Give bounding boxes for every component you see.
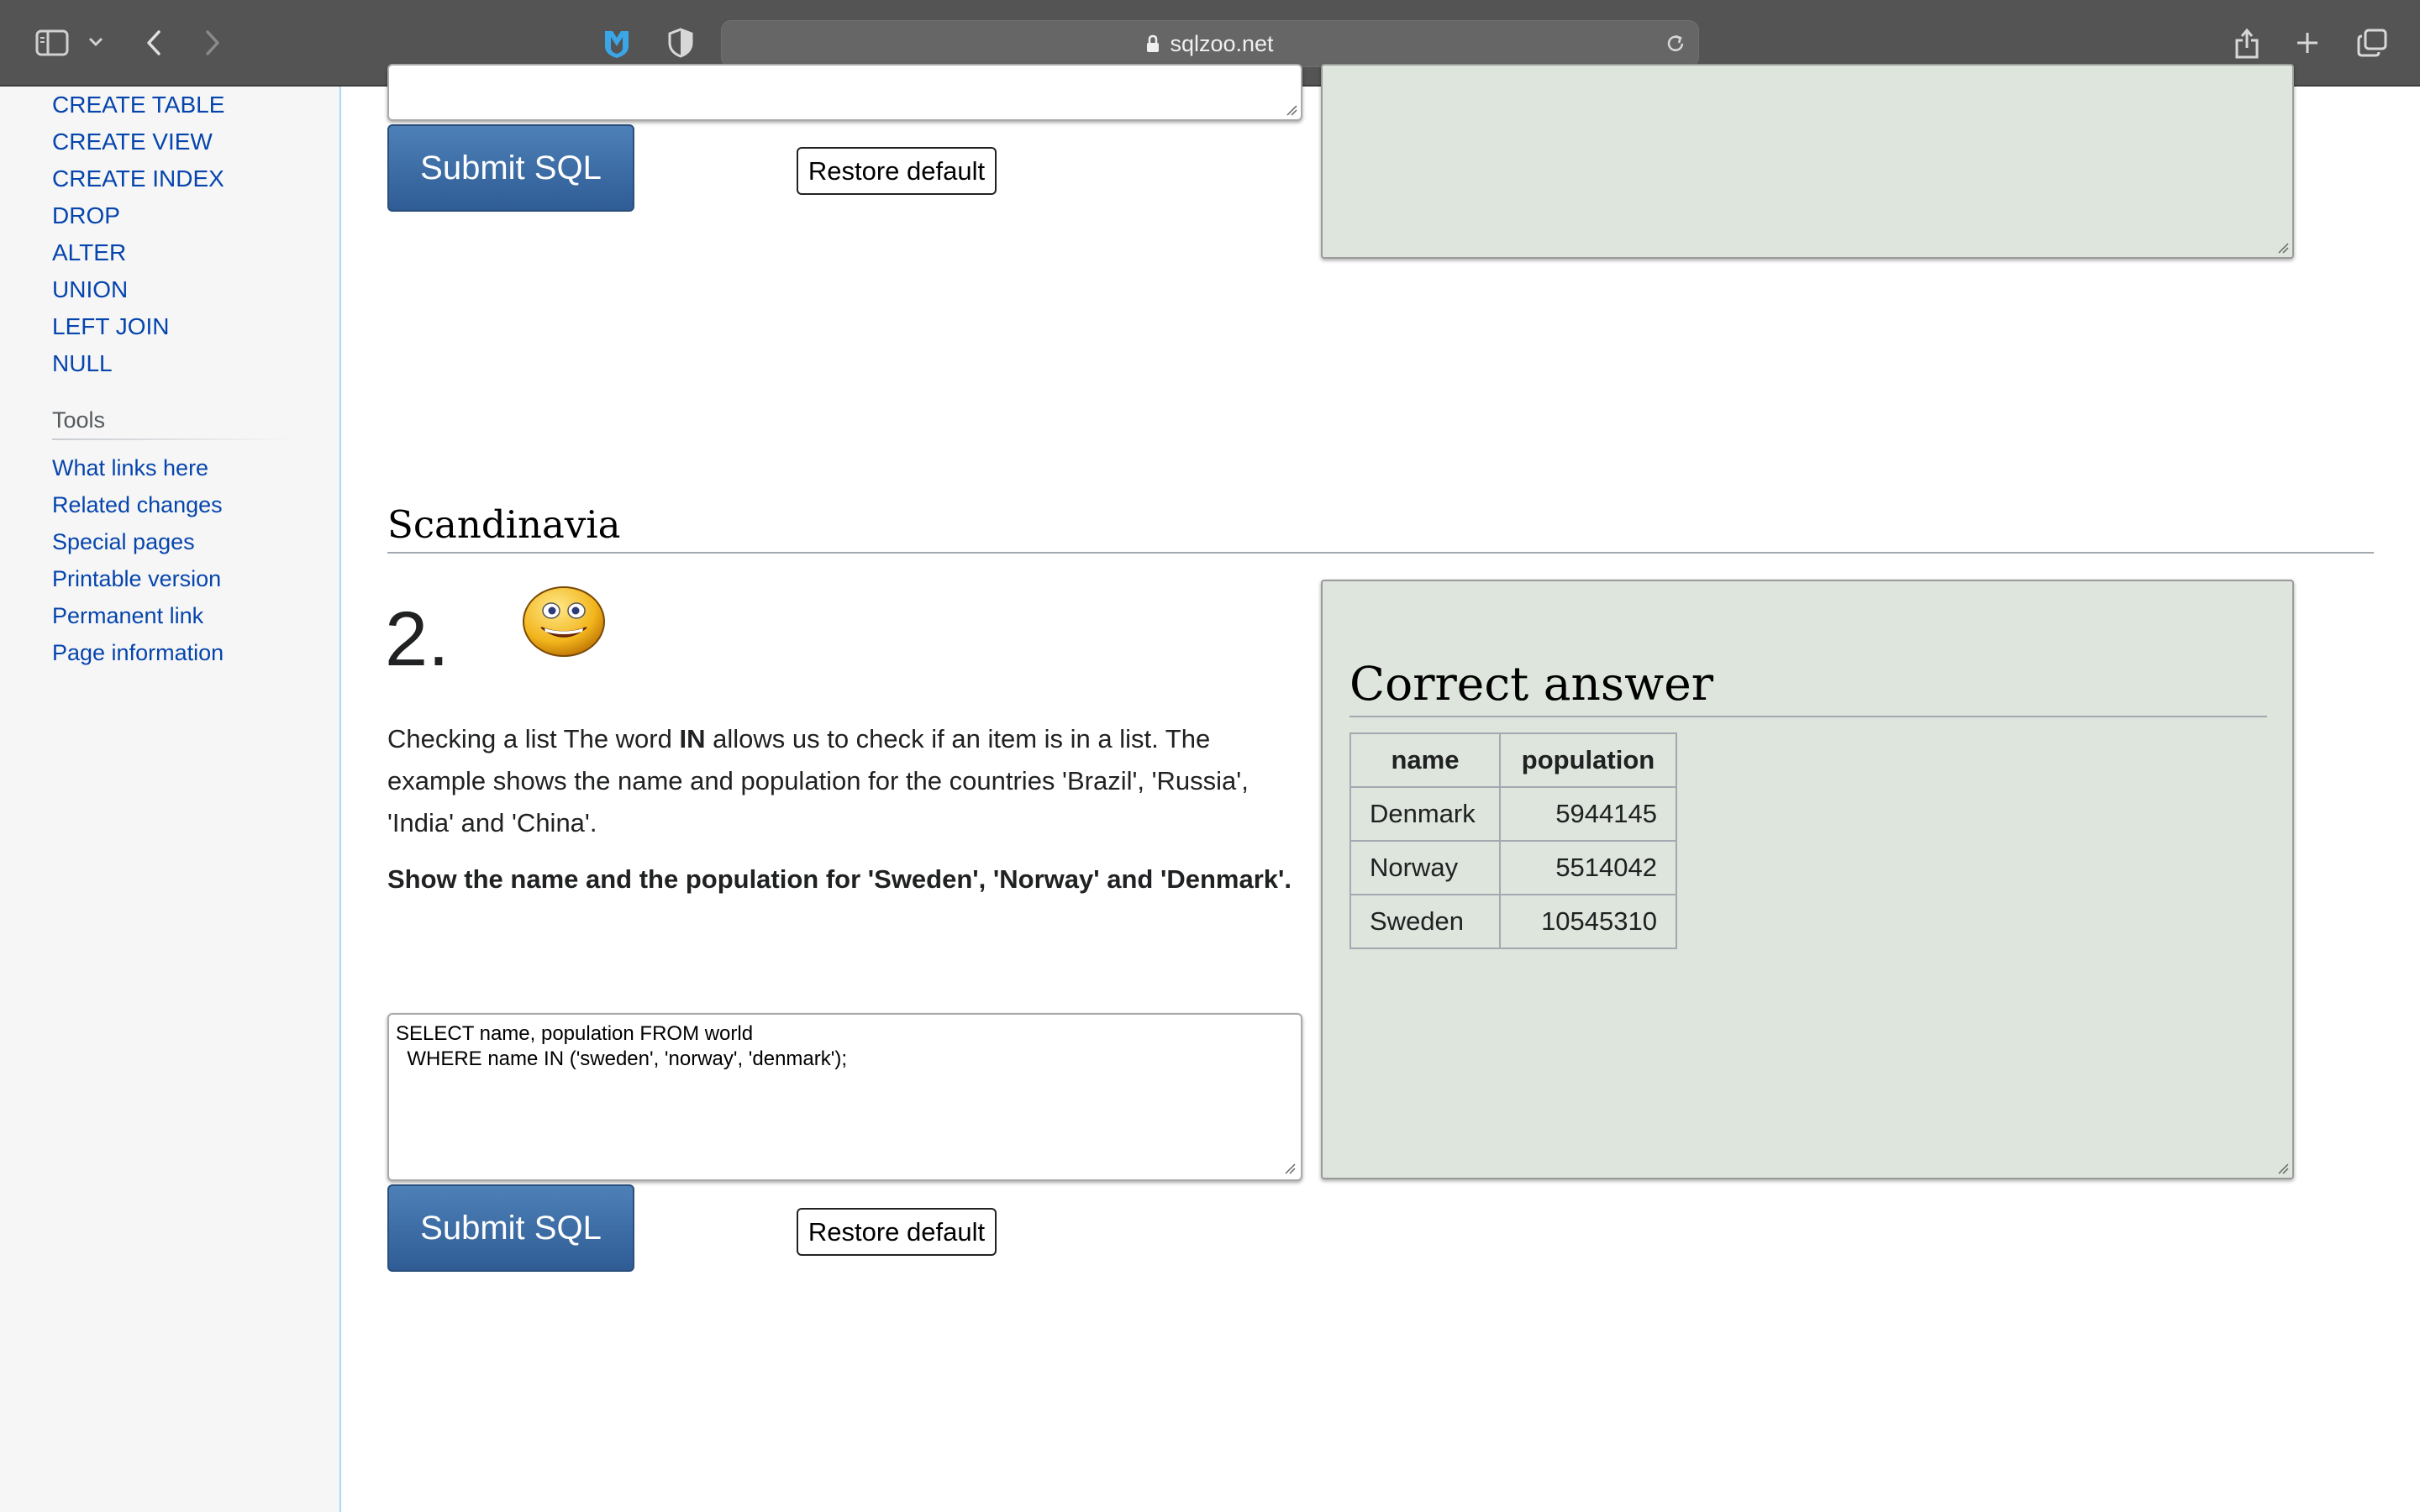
chevron-down-icon[interactable]: [86, 32, 106, 52]
tab-overview-icon[interactable]: [2354, 26, 2390, 60]
cell-population: 5514042: [1499, 840, 1677, 895]
section-divider: [387, 552, 2374, 554]
cell-name: Sweden: [1349, 894, 1501, 949]
sidebar-nav: CREATE TABLE CREATE VIEW CREATE INDEX DR…: [52, 87, 224, 382]
question-description-pre: Checking a list The word: [387, 724, 680, 753]
tools-item-permanent-link[interactable]: Permanent link: [52, 597, 224, 634]
lock-icon: [1146, 34, 1160, 53]
new-tab-icon[interactable]: [2291, 26, 2324, 60]
sidebar-item-create-view[interactable]: CREATE VIEW: [52, 123, 224, 160]
sidebar-item-null[interactable]: NULL: [52, 345, 224, 382]
tools-item-related-changes[interactable]: Related changes: [52, 486, 224, 523]
resize-grip-icon[interactable]: [1284, 1163, 1296, 1174]
section-title: Scandinavia: [387, 502, 621, 547]
sidebar-item-drop[interactable]: DROP: [52, 197, 224, 234]
tools-item-special-pages[interactable]: Special pages: [52, 523, 224, 560]
back-icon[interactable]: [139, 25, 168, 60]
sidebar-item-union[interactable]: UNION: [52, 271, 224, 308]
tools-heading: Tools: [52, 407, 292, 440]
sidebar-item-alter[interactable]: ALTER: [52, 234, 224, 271]
table-row: Denmark 5944145: [1349, 786, 1677, 842]
sidebar-item-create-table[interactable]: CREATE TABLE: [52, 87, 224, 123]
table-header-row: name population: [1349, 732, 1677, 788]
reload-icon[interactable]: [1665, 33, 1686, 60]
submit-sql-button-2[interactable]: Submit SQL: [387, 1184, 634, 1272]
answer-table: name population Denmark 5944145 Norway 5…: [1349, 732, 1677, 949]
question-keyword: IN: [679, 724, 706, 753]
privacy-shield-icon[interactable]: [664, 26, 697, 60]
question-description: Checking a list The word IN allows us to…: [387, 718, 1295, 844]
result-panel-2: Correct answer name population Denmark 5…: [1321, 580, 2294, 1179]
submit-sql-button-1[interactable]: Submit SQL: [387, 124, 634, 212]
sidebar: CREATE TABLE CREATE VIEW CREATE INDEX DR…: [0, 87, 341, 1512]
column-header-name: name: [1349, 732, 1501, 788]
sidebar-item-left-join[interactable]: LEFT JOIN: [52, 308, 224, 345]
url-text: sqlzoo.net: [1170, 30, 1274, 56]
restore-default-button-1[interactable]: Restore default: [797, 147, 997, 195]
sql-editor-1[interactable]: [387, 64, 1302, 121]
result-panel-1: [1321, 64, 2294, 259]
resize-grip-icon[interactable]: [2277, 242, 2289, 254]
tools-list: What links here Related changes Special …: [52, 449, 224, 671]
cell-population: 10545310: [1499, 894, 1677, 949]
table-row: Norway 5514042: [1349, 840, 1677, 895]
smiley-face-icon: [521, 584, 607, 664]
column-header-population: population: [1499, 732, 1677, 788]
sidebar-toggle-icon[interactable]: [32, 25, 72, 60]
address-bar[interactable]: sqlzoo.net: [721, 20, 1699, 67]
resize-grip-icon[interactable]: [2277, 1163, 2289, 1174]
sidebar-item-create-index[interactable]: CREATE INDEX: [52, 160, 224, 197]
restore-default-button-2[interactable]: Restore default: [797, 1208, 997, 1256]
question-task: Show the name and the population for 'Sw…: [387, 864, 1292, 894]
resize-grip-icon[interactable]: [1286, 104, 1297, 116]
tools-item-printable-version[interactable]: Printable version: [52, 560, 224, 597]
tools-item-what-links-here[interactable]: What links here: [52, 449, 224, 486]
share-icon[interactable]: [2230, 24, 2264, 62]
question-number: 2.: [385, 596, 450, 682]
sql-editor-2[interactable]: SELECT name, population FROM world WHERE…: [387, 1013, 1302, 1181]
cell-name: Norway: [1349, 840, 1501, 895]
extension-shield-icon[interactable]: [598, 25, 635, 62]
table-row: Sweden 10545310: [1349, 894, 1677, 949]
cell-population: 5944145: [1499, 786, 1677, 842]
cell-name: Denmark: [1349, 786, 1501, 842]
tools-item-page-information[interactable]: Page information: [52, 634, 224, 671]
answer-title: Correct answer: [1349, 657, 2267, 717]
forward-icon[interactable]: [198, 25, 227, 60]
